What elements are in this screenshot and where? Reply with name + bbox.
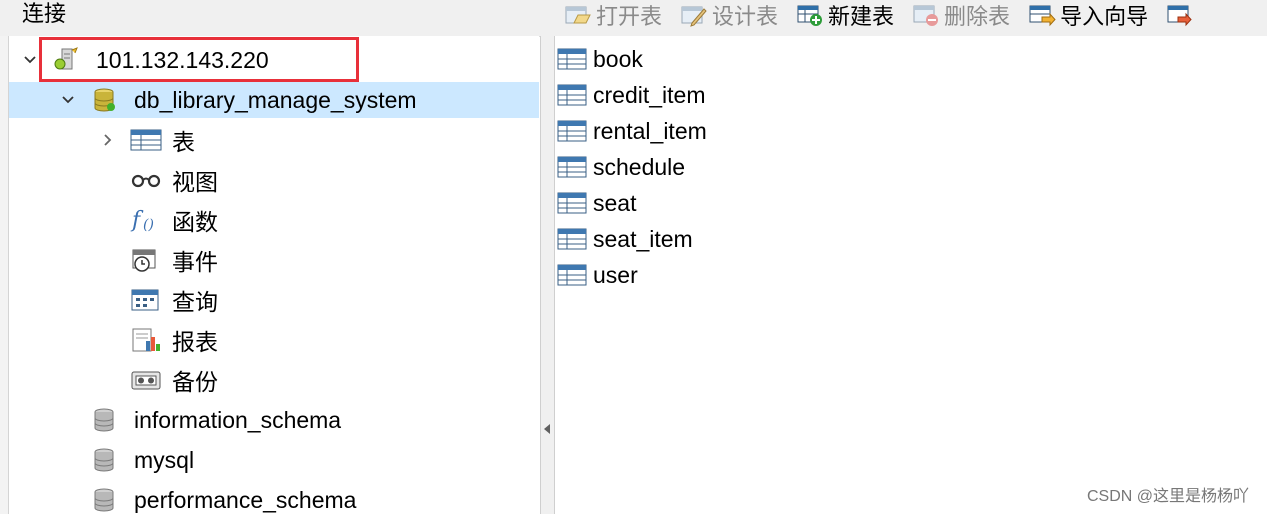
tree-node-events[interactable]: 事件 — [9, 242, 539, 278]
import-wizard-label: 导入向导 — [1060, 4, 1149, 29]
events-label: 事件 — [172, 249, 218, 275]
tree-node-information-schema[interactable]: information_schema — [9, 402, 539, 438]
database-name: information_schema — [134, 406, 342, 433]
views-label: 视图 — [172, 169, 218, 195]
table-name: user — [593, 261, 638, 288]
collapse-arrow-icon[interactable] — [544, 424, 550, 434]
event-clock-icon — [132, 249, 156, 272]
tree-node-tables[interactable]: 表 — [9, 122, 539, 158]
object-list: book credit_item rental_item schedule se… — [555, 36, 1267, 514]
chevron-down-icon[interactable] — [61, 93, 75, 107]
server-connection-icon — [54, 47, 78, 70]
table-item[interactable]: user — [557, 257, 638, 293]
tree-node-backups[interactable]: 备份 — [9, 362, 539, 398]
svg-text:(): () — [143, 217, 154, 233]
table-item[interactable]: book — [557, 41, 643, 77]
tree-node-performance-schema[interactable]: performance_schema — [9, 482, 539, 514]
chevron-down-icon[interactable] — [23, 53, 37, 67]
table-item[interactable]: seat_item — [557, 221, 693, 257]
import-wizard-button[interactable]: 导入向导 — [1028, 0, 1148, 31]
table-icon — [557, 264, 587, 286]
delete-table-label: 删除表 — [944, 4, 1011, 29]
design-table-button[interactable]: 设计表 — [680, 0, 778, 31]
table-item[interactable]: seat — [557, 185, 636, 221]
table-item[interactable]: schedule — [557, 149, 685, 185]
tree-node-mysql[interactable]: mysql — [9, 442, 539, 478]
new-table-button[interactable]: 新建表 — [796, 0, 894, 31]
tree-node-reports[interactable]: 报表 — [9, 322, 539, 358]
left-edge-strip — [0, 36, 9, 514]
delete-table-icon — [913, 5, 939, 26]
database-icon — [94, 448, 114, 472]
database-name: db_library_manage_system — [134, 86, 417, 113]
table-item[interactable]: rental_item — [557, 113, 707, 149]
table-name: seat — [593, 189, 637, 216]
open-table-button[interactable]: 打开表 — [564, 0, 662, 31]
table-icon — [557, 48, 587, 70]
table-icon — [557, 84, 587, 106]
reports-label: 报表 — [172, 329, 218, 355]
table-icon — [557, 228, 587, 250]
delete-table-button[interactable]: 删除表 — [912, 0, 1010, 31]
table-name: schedule — [593, 153, 686, 180]
glasses-view-icon — [131, 174, 161, 188]
table-name: book — [593, 45, 643, 72]
table-icon — [557, 120, 587, 142]
tree-node-functions[interactable]: f () 函数 — [9, 202, 539, 238]
splitter-scrollbar[interactable] — [540, 36, 555, 514]
database-icon — [94, 408, 114, 432]
tree-node-connection[interactable]: 101.132.143.220 — [9, 42, 539, 78]
design-table-icon — [681, 6, 707, 27]
new-table-icon — [797, 5, 823, 26]
table-icon — [557, 192, 587, 214]
open-table-label: 打开表 — [596, 4, 663, 29]
table-icon — [557, 156, 587, 178]
report-chart-icon — [132, 328, 160, 352]
top-bar: 连接 打开表 设计表 新建表 删除表 导入向导 — [0, 0, 1267, 37]
new-table-label: 新建表 — [828, 4, 895, 29]
tree-node-queries[interactable]: 查询 — [9, 282, 539, 318]
table-name: credit_item — [593, 81, 706, 108]
open-table-icon — [565, 6, 591, 24]
connection-panel-title: 连接 — [22, 1, 67, 26]
function-icon: f () — [130, 208, 154, 233]
database-name: performance_schema — [134, 486, 357, 513]
query-icon — [131, 289, 159, 311]
table-name: rental_item — [593, 117, 707, 144]
queries-label: 查询 — [172, 289, 218, 315]
table-item[interactable]: credit_item — [557, 77, 705, 113]
watermark: CSDN @这里是杨杨吖 — [1086, 488, 1249, 505]
export-wizard-icon — [1167, 5, 1192, 27]
connection-name: 101.132.143.220 — [96, 46, 269, 73]
object-toolbar: 打开表 设计表 新建表 删除表 导入向导 — [564, 0, 1216, 30]
database-icon — [94, 488, 114, 512]
svg-text:f: f — [130, 208, 144, 233]
import-wizard-icon — [1029, 5, 1056, 27]
tree-node-views[interactable]: 视图 — [9, 162, 539, 198]
table-name: seat_item — [593, 225, 693, 252]
export-wizard-button[interactable] — [1166, 3, 1198, 27]
backup-tape-icon — [131, 371, 161, 390]
database-open-icon — [94, 88, 115, 112]
tables-label: 表 — [172, 129, 195, 155]
connection-tree: 101.132.143.220 db_library_manage_system… — [9, 36, 539, 514]
backups-label: 备份 — [172, 369, 218, 395]
chevron-right-icon[interactable] — [101, 133, 115, 147]
table-icon — [130, 129, 162, 151]
tree-node-database[interactable]: db_library_manage_system — [9, 82, 539, 118]
functions-label: 函数 — [172, 209, 218, 235]
database-name: mysql — [134, 446, 195, 473]
design-table-label: 设计表 — [712, 4, 779, 29]
